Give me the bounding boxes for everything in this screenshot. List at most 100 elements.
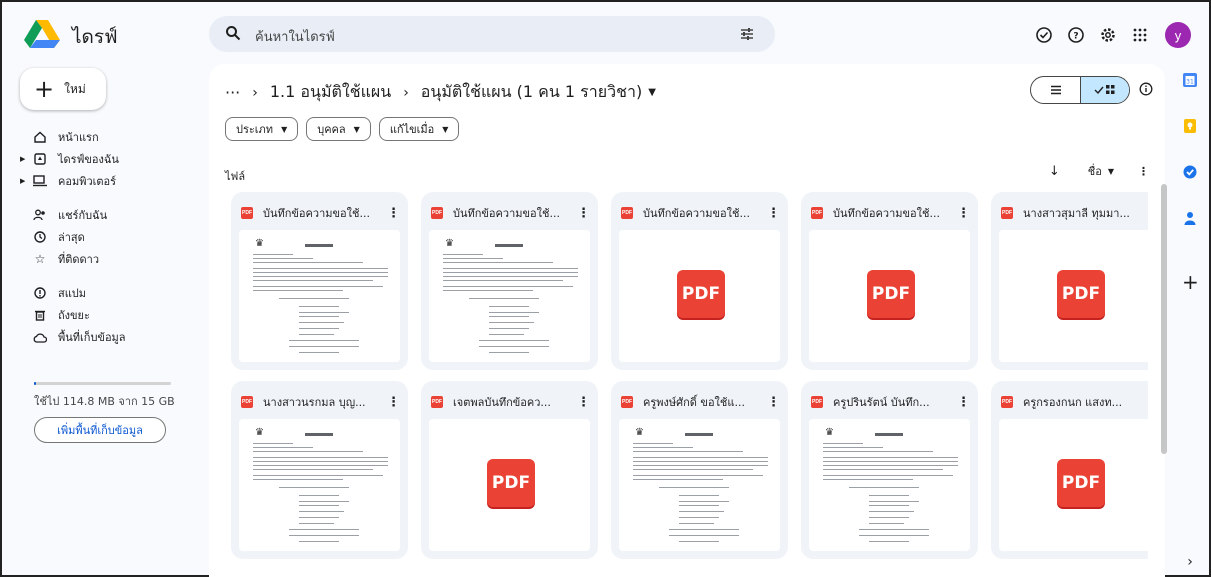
list-icon — [1050, 85, 1061, 95]
file-card[interactable]: PDF นางสาวสุมาลี ทุมมา... ⋮ PDF — [991, 192, 1148, 370]
settings-icon[interactable] — [1097, 24, 1119, 46]
file-card[interactable]: PDF ครูพงษ์ศักดิ์ ขอใช้แ... ⋮ ♛ — [611, 381, 788, 559]
document-text-line — [443, 272, 578, 273]
sidebar-item-label: ล่าสุด — [58, 231, 85, 244]
calendar-icon[interactable]: 31 — [1182, 72, 1198, 88]
sidebar-item-label: คอมพิวเตอร์ — [58, 175, 117, 188]
document-text-line — [289, 346, 359, 347]
help-icon[interactable]: ? — [1065, 24, 1087, 46]
file-thumbnail[interactable]: ♛ — [239, 419, 400, 551]
document-text-line — [253, 290, 343, 291]
home-icon — [32, 131, 48, 143]
top-actions: ? y — [1023, 22, 1191, 48]
apps-icon[interactable] — [1129, 24, 1151, 46]
get-more-storage-button[interactable]: เพิ่มพื้นที่เก็บข้อมูล — [34, 417, 166, 443]
tasks-icon[interactable] — [1182, 164, 1198, 180]
sidebar-item-starred[interactable]: ☆ ที่ติดดาว — [24, 248, 194, 270]
sidebar-item-my-drive[interactable]: ▶ ไดรฟ์ของฉัน — [20, 148, 194, 170]
new-button-label: ใหม่ — [64, 81, 86, 96]
expand-arrow-icon[interactable]: ▶ — [20, 177, 25, 185]
file-thumbnail[interactable]: PDF — [619, 230, 780, 362]
more-actions-icon[interactable]: ⋮ — [1147, 206, 1148, 221]
sidebar-item-trash[interactable]: ถังขยะ — [24, 304, 194, 326]
file-card[interactable]: PDF บันทึกข้อความขอใช้... ⋮ ♛ — [231, 192, 408, 370]
contacts-icon[interactable] — [1182, 210, 1198, 226]
keep-icon[interactable] — [1182, 118, 1198, 134]
filter-type[interactable]: ประเภท ▼ — [225, 117, 299, 141]
file-thumbnail[interactable]: PDF — [429, 419, 590, 551]
offline-ready-icon[interactable] — [1033, 24, 1055, 46]
caret-down-icon[interactable]: ▼ — [648, 87, 656, 98]
sidebar-item-storage[interactable]: พื้นที่เก็บข้อมูล — [24, 326, 194, 348]
file-card[interactable]: PDF บันทึกข้อความขอใช้... ⋮ ♛ — [421, 192, 598, 370]
app-title[interactable]: ไดรฟ์ — [72, 22, 118, 52]
more-actions-icon[interactable]: ⋮ — [957, 206, 970, 221]
file-card[interactable]: PDF ครูปรินรัตน์ บันทึก... ⋮ ♛ — [801, 381, 978, 559]
top-bar: ไดรฟ์ ค้นหาในไดรฟ์ ? y — [2, 2, 1209, 66]
file-thumbnail[interactable]: ♛ — [809, 419, 970, 551]
more-actions-icon[interactable]: ⋮ — [767, 206, 780, 221]
more-actions-icon[interactable]: ⋮ — [1147, 395, 1148, 410]
document-text-line — [869, 511, 914, 512]
file-thumbnail[interactable]: ♛ — [429, 230, 590, 362]
sidebar-item-recent[interactable]: ล่าสุด — [24, 226, 194, 248]
document-text-line — [823, 475, 953, 476]
scrollbar[interactable] — [1161, 184, 1167, 454]
file-card[interactable]: PDF ครูกรองกนก แสงท... ⋮ PDF — [991, 381, 1148, 559]
file-card[interactable]: PDF เจตพลบันทึกข้อคว... ⋮ PDF — [421, 381, 598, 559]
more-actions-icon[interactable]: ⋮ — [577, 395, 590, 410]
more-actions-icon[interactable]: ⋮ — [577, 206, 590, 221]
filter-modified[interactable]: แก้ไขเมื่อ ▼ — [378, 117, 460, 141]
search-options-icon[interactable] — [739, 26, 755, 45]
more-actions-icon[interactable]: ⋮ — [387, 395, 400, 410]
more-actions-icon[interactable]: ⋮ — [767, 395, 780, 410]
file-card[interactable]: PDF บันทึกข้อความขอใช้... ⋮ PDF — [801, 192, 978, 370]
more-actions-icon[interactable]: ⋮ — [387, 206, 400, 221]
breadcrumb-current[interactable]: อนุมัติใช้แผน (1 คน 1 รายวิชา) — [421, 80, 642, 105]
sidebar-item-computers[interactable]: ▶ คอมพิวเตอร์ — [20, 170, 194, 192]
add-addon-icon[interactable]: + — [1182, 272, 1199, 292]
grid-view-button[interactable] — [1080, 77, 1129, 103]
caret-down-icon[interactable]: ▼ — [1108, 167, 1114, 176]
sidebar-item-spam[interactable]: สแปม — [24, 282, 194, 304]
chevron-right-icon[interactable]: › — [1182, 554, 1198, 570]
pdf-file-icon: PDF — [241, 396, 253, 408]
file-card[interactable]: PDF นางสาวนรกมล บุญ... ⋮ ♛ — [231, 381, 408, 559]
sort-direction-icon[interactable]: ↓ — [1049, 164, 1060, 179]
file-thumbnail[interactable]: PDF — [999, 230, 1148, 362]
drive-logo-icon[interactable] — [24, 20, 60, 48]
search-bar[interactable]: ค้นหาในไดรฟ์ — [209, 16, 775, 52]
file-thumbnail[interactable]: PDF — [809, 230, 970, 362]
document-text-line — [869, 505, 909, 506]
document-text-line — [469, 298, 539, 299]
breadcrumb-ellipsis[interactable]: ··· — [225, 83, 240, 102]
document-text-line — [443, 254, 483, 255]
document-heading-line — [305, 244, 333, 247]
sidebar-item-home[interactable]: หน้าแรก — [24, 126, 194, 148]
document-text-line — [299, 511, 344, 512]
document-text-line — [823, 447, 883, 448]
avatar[interactable]: y — [1165, 22, 1191, 48]
file-name: บันทึกข้อความขอใช้... — [643, 207, 750, 220]
sort-by-button[interactable]: ชื่อ — [1088, 162, 1102, 180]
file-thumbnail[interactable]: PDF — [999, 419, 1148, 551]
document-text-line — [443, 276, 578, 277]
filter-people[interactable]: บุคคล ▼ — [306, 117, 371, 141]
file-card[interactable]: PDF บันทึกข้อความขอใช้... ⋮ PDF — [611, 192, 788, 370]
document-preview: ♛ — [629, 425, 769, 551]
document-preview: ♛ — [819, 425, 959, 551]
file-thumbnail[interactable]: ♛ — [619, 419, 780, 551]
more-actions-icon[interactable]: ⋮ — [957, 395, 970, 410]
info-icon[interactable] — [1139, 82, 1153, 99]
more-options-icon[interactable]: ⋮ — [1138, 165, 1149, 178]
pdf-icon: PDF — [487, 459, 535, 507]
list-view-button[interactable] — [1031, 77, 1080, 103]
new-button[interactable]: + ใหม่ — [20, 68, 106, 110]
search-input[interactable]: ค้นหาในไดรฟ์ — [255, 26, 335, 47]
breadcrumb-parent[interactable]: 1.1 อนุมัติใช้แผน — [270, 80, 391, 105]
file-thumbnail[interactable]: ♛ — [239, 230, 400, 362]
sidebar-item-shared[interactable]: แชร์กับฉัน — [24, 204, 194, 226]
file-card-header: PDF นางสาวนรกมล บุญ... ⋮ — [241, 391, 400, 413]
search-icon[interactable] — [225, 25, 241, 44]
expand-arrow-icon[interactable]: ▶ — [20, 155, 25, 163]
